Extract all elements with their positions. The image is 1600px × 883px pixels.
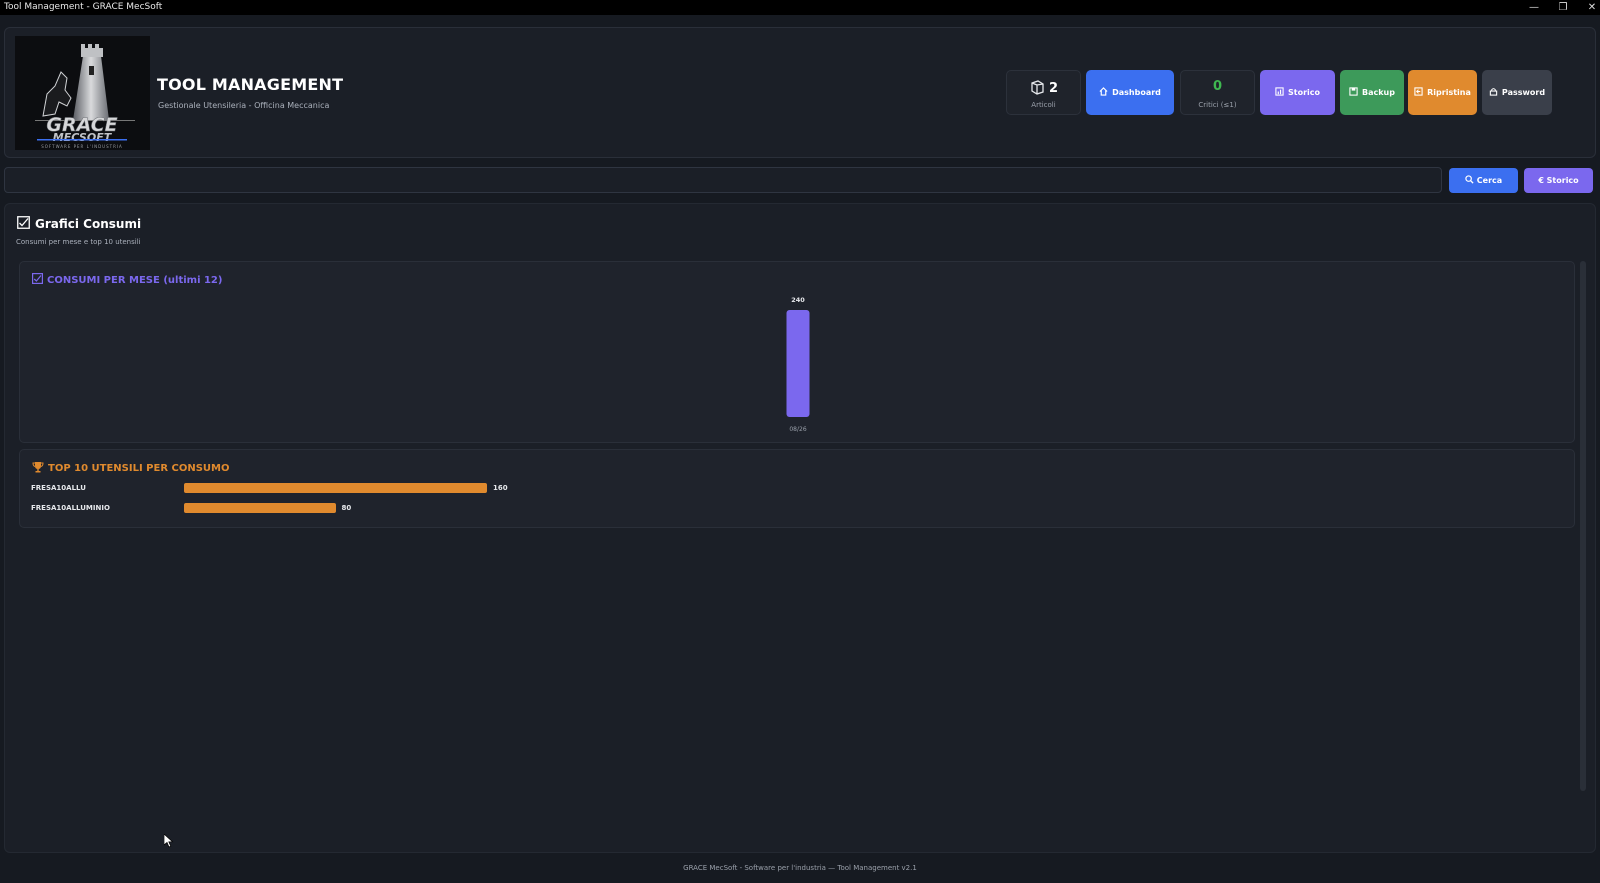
ripristina-label: Ripristina bbox=[1427, 88, 1471, 97]
backup-button[interactable]: Backup bbox=[1340, 70, 1404, 115]
stat-articoli-value: 2 bbox=[1048, 81, 1059, 96]
close-button[interactable]: ✕ bbox=[1578, 0, 1600, 15]
app-header: GRACE MECSOFT SOFTWARE PER L'INDUSTRIA T… bbox=[4, 27, 1596, 158]
stat-articoli: 2 Articoli bbox=[1006, 70, 1081, 115]
top10-item-bar bbox=[184, 483, 487, 493]
window-titlebar: Tool Management - GRACE MecSoft — ❐ ✕ bbox=[0, 0, 1600, 15]
stat-articoli-value-row: 2 bbox=[1007, 79, 1080, 99]
monthly-category-label: 08/26 bbox=[789, 426, 806, 433]
logo-image: GRACE MECSOFT SOFTWARE PER L'INDUSTRIA bbox=[35, 44, 135, 149]
logo: GRACE MECSOFT SOFTWARE PER L'INDUSTRIA bbox=[15, 36, 150, 150]
password-button[interactable]: Password bbox=[1482, 70, 1552, 115]
trophy-icon bbox=[32, 461, 44, 476]
page-title: TOOL MANAGEMENT bbox=[157, 75, 344, 94]
monthly-chart-card: CONSUMI PER MESE (ultimi 12) 240 08/26 bbox=[19, 261, 1575, 443]
footer-text: GRACE MecSoft - Software per l'industria… bbox=[683, 864, 917, 872]
page-subtitle: Gestionale Utensileria - Officina Meccan… bbox=[158, 101, 330, 110]
checkbox-chart-icon bbox=[17, 216, 30, 232]
storico-button[interactable]: Storico bbox=[1260, 70, 1335, 115]
search-bar: Cerca € Storico bbox=[4, 167, 1596, 193]
restore-icon bbox=[1414, 87, 1423, 98]
stat-critici-label: Critici (≤1) bbox=[1198, 101, 1237, 109]
lock-icon bbox=[1489, 87, 1498, 98]
search-input[interactable] bbox=[4, 167, 1442, 193]
top10-card: TOP 10 UTENSILI PER CONSUMO FRESA10ALLU 1… bbox=[19, 449, 1575, 528]
window-title: Tool Management - GRACE MecSoft bbox=[4, 2, 163, 12]
top10-item-value: 160 bbox=[493, 484, 508, 492]
top10-item-label: FRESA10ALLUMINIO bbox=[31, 504, 110, 512]
panel-subtitle: Consumi per mese e top 10 utensili bbox=[16, 238, 141, 246]
maximize-button[interactable]: ❐ bbox=[1549, 0, 1577, 15]
backup-label: Backup bbox=[1362, 88, 1395, 97]
ripristina-button[interactable]: Ripristina bbox=[1408, 70, 1477, 115]
save-icon bbox=[1349, 87, 1358, 98]
monthly-bar bbox=[786, 310, 810, 417]
panel-scrollbar[interactable] bbox=[1580, 261, 1586, 791]
grafici-panel: Grafici Consumi Consumi per mese e top 1… bbox=[4, 203, 1596, 853]
cerca-label: Cerca bbox=[1476, 176, 1503, 185]
stat-critici-value: 0 bbox=[1212, 79, 1223, 94]
cerca-button[interactable]: Cerca bbox=[1449, 168, 1518, 193]
minimize-button[interactable]: — bbox=[1520, 0, 1548, 15]
stat-articoli-label: Articoli bbox=[1031, 101, 1056, 109]
storico-label: Storico bbox=[1287, 88, 1320, 97]
top10-item-value: 80 bbox=[341, 504, 352, 512]
monthly-bar-value-label: 240 bbox=[791, 296, 805, 304]
search-icon bbox=[1465, 175, 1474, 186]
monthly-chart-svg: 240 08/26 bbox=[786, 296, 810, 433]
dashboard-label: Dashboard bbox=[1112, 88, 1161, 97]
storico-euro-button[interactable]: € Storico bbox=[1524, 168, 1593, 193]
top10-title: TOP 10 UTENSILI PER CONSUMO bbox=[48, 463, 230, 474]
dashboard-button[interactable]: Dashboard bbox=[1086, 70, 1174, 115]
chart-icon bbox=[1275, 87, 1284, 98]
logo-tagline: SOFTWARE PER L'INDUSTRIA bbox=[41, 144, 123, 149]
panel-title-row: Grafici Consumi bbox=[17, 216, 141, 232]
panel-title: Grafici Consumi bbox=[35, 217, 142, 231]
home-icon bbox=[1099, 87, 1108, 98]
mouse-cursor-icon bbox=[164, 834, 174, 848]
top10-item-label: FRESA10ALLU bbox=[31, 484, 86, 492]
stat-critici: 0 Critici (≤1) bbox=[1180, 70, 1255, 115]
top10-title-row: TOP 10 UTENSILI PER CONSUMO bbox=[32, 461, 230, 476]
top10-item-bar bbox=[184, 503, 336, 513]
logo-sub: MECSOFT bbox=[53, 131, 113, 144]
box-icon bbox=[1029, 79, 1045, 99]
password-label: Password bbox=[1501, 88, 1546, 97]
